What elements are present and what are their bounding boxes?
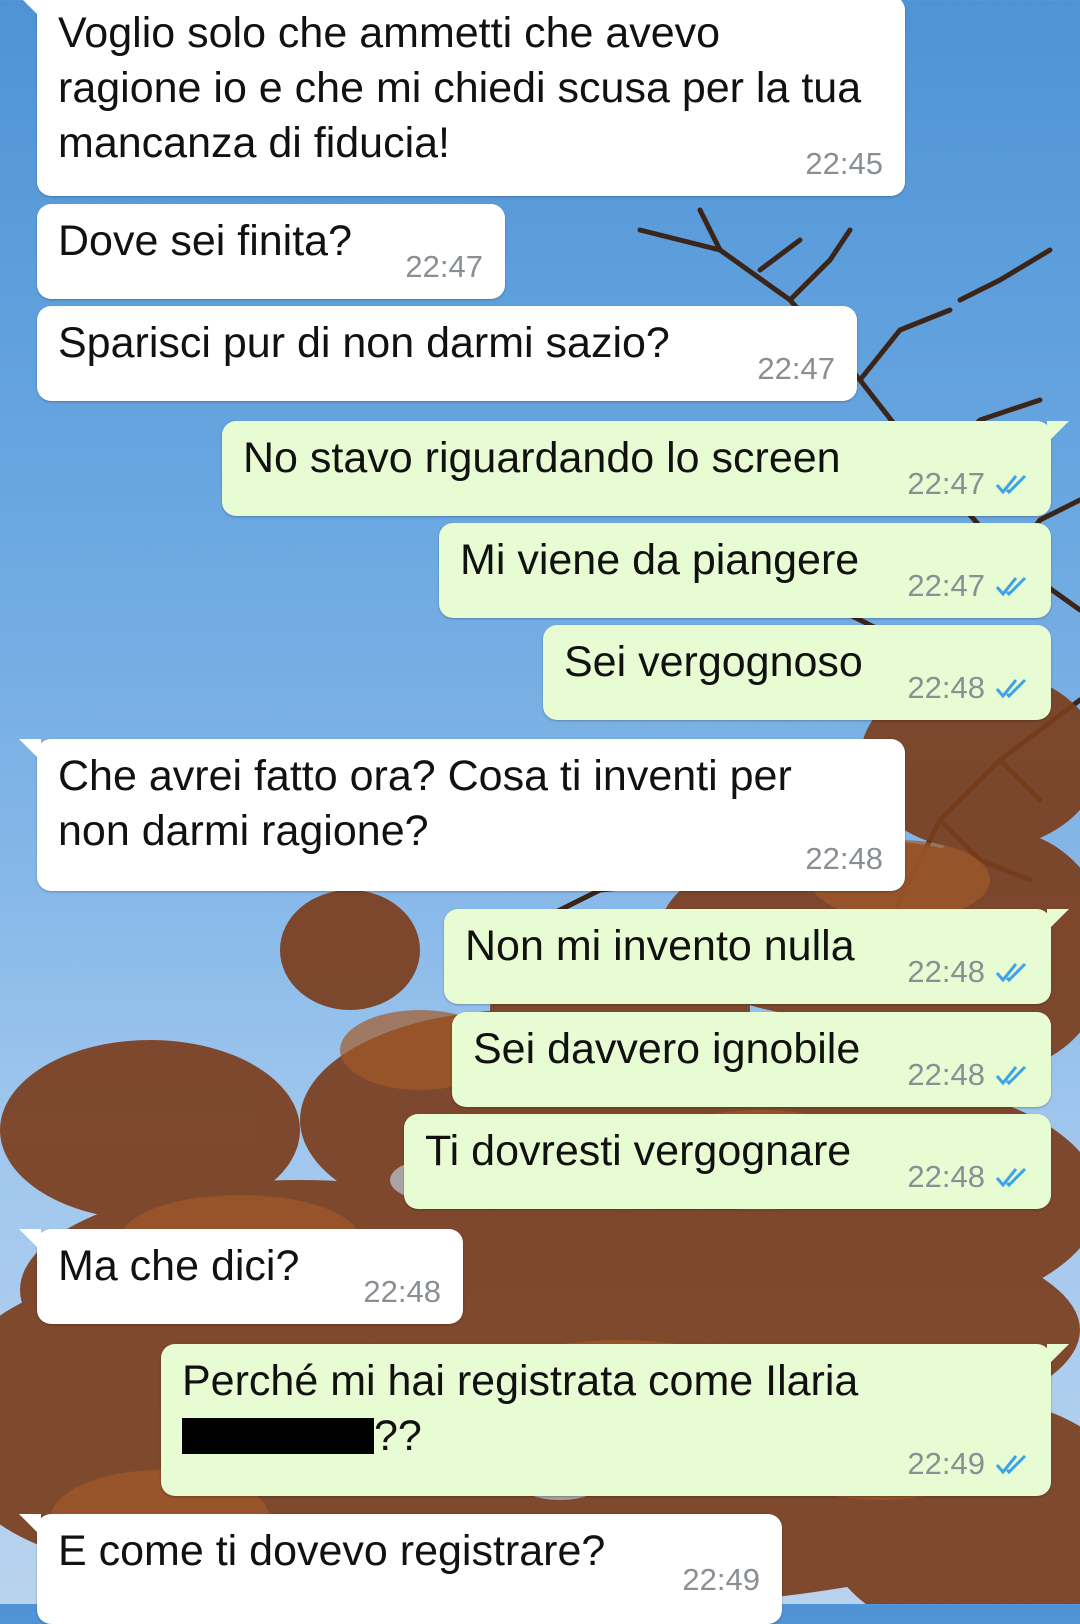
message-bubble-outgoing[interactable]: No stavo riguardando lo screen 22:47 — [222, 421, 1069, 516]
message-text: Che avrei fatto ora? Cosa ti inventi per… — [58, 749, 792, 859]
message-time: 22:47 — [405, 249, 483, 284]
message-time: 22:45 — [805, 146, 883, 181]
message-time: 22:47 — [907, 568, 985, 603]
double-check-icon — [995, 576, 1027, 597]
message-meta: 22:49 — [682, 1562, 760, 1598]
message-meta: 22:48 — [805, 841, 883, 877]
message-text: E come ti dovevo registrare? — [58, 1524, 605, 1579]
message-time: 22:48 — [805, 841, 883, 876]
message-meta: 22:45 — [805, 146, 883, 182]
message-line: Ti dovresti vergognare — [425, 1127, 852, 1175]
message-time: 22:48 — [907, 954, 985, 989]
message-meta: 22:49 — [907, 1446, 1029, 1482]
message-meta: 22:47 — [405, 249, 483, 285]
message-text: Perché mi hai registrata come Ilaria ?? — [182, 1354, 858, 1464]
message-line: Sparisci pur di non darmi sazio? — [58, 319, 670, 367]
message-time: 22:47 — [907, 466, 985, 501]
message-line: non darmi ragione? — [58, 807, 429, 855]
message-line: ?? — [374, 1412, 422, 1460]
message-text: Voglio solo che ammetti che avevo ragion… — [58, 6, 861, 171]
message-text: Ma che dici? — [58, 1239, 299, 1294]
message-line: No stavo riguardando lo screen — [243, 434, 841, 482]
message-time: 22:48 — [907, 1159, 985, 1194]
message-bubble-incoming[interactable]: Sparisci pur di non darmi sazio? 22:47 — [37, 306, 857, 401]
message-bubble-incoming[interactable]: Ma che dici? 22:48 — [19, 1229, 463, 1324]
message-bubble-outgoing[interactable]: Sei davvero ignobile 22:48 — [452, 1012, 1051, 1107]
message-text: Dove sei finita? — [58, 214, 352, 269]
message-time: 22:48 — [907, 1057, 985, 1092]
message-meta: 22:48 — [907, 954, 1029, 990]
message-line: Che avrei fatto ora? Cosa ti inventi per — [58, 752, 792, 800]
double-check-icon — [995, 1167, 1027, 1188]
message-text: Sparisci pur di non darmi sazio? — [58, 316, 670, 371]
double-check-icon — [995, 1065, 1027, 1086]
message-bubble-incoming[interactable]: Dove sei finita? 22:47 — [37, 204, 505, 299]
message-text: Sei davvero ignobile — [473, 1022, 860, 1077]
message-time: 22:48 — [907, 670, 985, 705]
message-bubble-outgoing[interactable]: Non mi invento nulla 22:48 — [444, 909, 1069, 1004]
message-text: Non mi invento nulla — [465, 919, 855, 974]
message-text: Mi viene da piangere — [460, 533, 859, 588]
message-meta: 22:48 — [907, 670, 1029, 706]
message-meta: 22:47 — [757, 351, 835, 387]
message-meta: 22:47 — [907, 568, 1029, 604]
message-line: ragione io e che mi chiedi scusa per la … — [58, 64, 862, 112]
message-meta: 22:48 — [907, 1159, 1029, 1195]
message-bubble-outgoing[interactable]: Sei vergognoso 22:48 — [543, 625, 1051, 720]
message-time: 22:49 — [907, 1446, 985, 1481]
redaction-bar — [182, 1418, 374, 1454]
chat-message-list[interactable]: Voglio solo che ammetti che avevo ragion… — [0, 0, 1080, 1624]
message-time: 22:48 — [363, 1274, 441, 1309]
message-line: Sei davvero ignobile — [473, 1025, 861, 1073]
double-check-icon — [995, 678, 1027, 699]
message-text: Ti dovresti vergognare — [425, 1124, 851, 1179]
message-line: mancanza di fiducia! — [58, 119, 450, 167]
message-line: Dove sei finita? — [58, 217, 352, 265]
message-line: Perché mi hai registrata come Ilaria — [182, 1357, 859, 1405]
message-time: 22:47 — [757, 351, 835, 386]
message-meta: 22:47 — [907, 466, 1029, 502]
double-check-icon — [995, 962, 1027, 983]
message-line: Voglio solo che ammetti che avevo — [58, 9, 721, 57]
message-text: No stavo riguardando lo screen — [243, 431, 841, 486]
message-line: Non mi invento nulla — [465, 922, 855, 970]
message-line: Mi viene da piangere — [460, 536, 860, 584]
message-bubble-outgoing[interactable]: Ti dovresti vergognare 22:48 — [404, 1114, 1051, 1209]
message-line: Sei vergognoso — [564, 638, 863, 686]
message-bubble-outgoing[interactable]: Mi viene da piangere 22:47 — [439, 523, 1051, 618]
message-bubble-incoming[interactable]: Voglio solo che ammetti che avevo ragion… — [19, 0, 905, 196]
message-line: Ma che dici? — [58, 1242, 300, 1290]
double-check-icon — [995, 1454, 1027, 1475]
message-bubble-outgoing[interactable]: Perché mi hai registrata come Ilaria ?? … — [161, 1344, 1069, 1496]
message-text: Sei vergognoso — [564, 635, 863, 690]
message-meta: 22:48 — [907, 1057, 1029, 1093]
message-bubble-incoming[interactable]: Che avrei fatto ora? Cosa ti inventi per… — [19, 739, 905, 891]
message-time: 22:49 — [682, 1562, 760, 1597]
double-check-icon — [995, 474, 1027, 495]
message-bubble-incoming[interactable]: E come ti dovevo registrare? 22:49 — [19, 1514, 782, 1624]
message-meta: 22:48 — [363, 1274, 441, 1310]
message-line: E come ti dovevo registrare? — [58, 1527, 606, 1575]
